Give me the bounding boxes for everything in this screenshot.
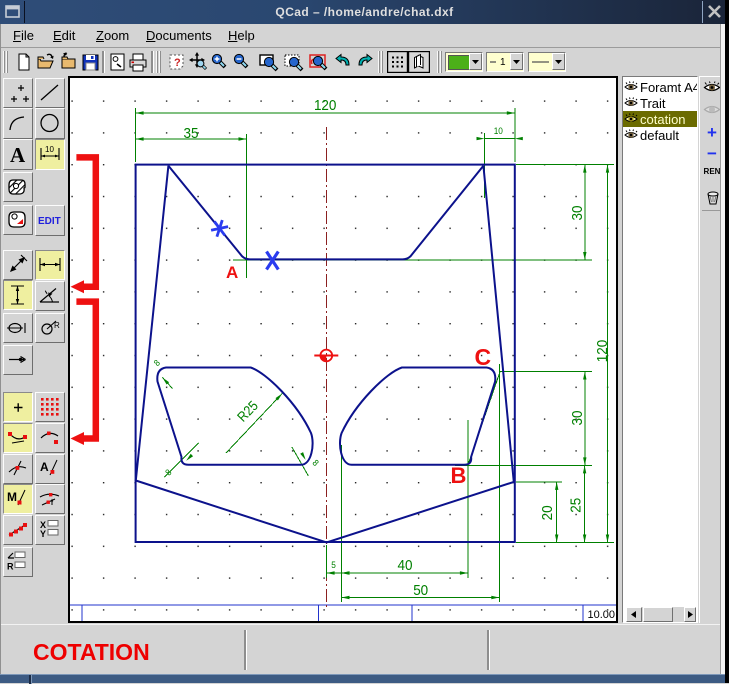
svg-text:50: 50 — [413, 582, 428, 599]
svg-text:30: 30 — [569, 206, 586, 221]
svg-text:5: 5 — [331, 560, 336, 570]
svg-text:35: 35 — [184, 125, 199, 142]
svg-text:C: C — [475, 344, 492, 370]
svg-text:10.00: 10.00 — [587, 609, 615, 621]
svg-text:20: 20 — [539, 505, 556, 520]
svg-text:R: R — [54, 321, 60, 330]
svg-text:A: A — [226, 263, 238, 282]
svg-text:25: 25 — [567, 498, 584, 513]
svg-text:B: B — [451, 463, 467, 488]
svg-text:120: 120 — [594, 340, 611, 363]
svg-text:10: 10 — [494, 126, 503, 136]
svg-text:EDIT: EDIT — [38, 216, 61, 227]
svg-text:A: A — [40, 460, 49, 474]
svg-text:40: 40 — [398, 557, 413, 574]
svg-text:M: M — [7, 490, 17, 504]
svg-text:1: 1 — [500, 57, 506, 68]
svg-text:R: R — [7, 562, 14, 572]
svg-text:120: 120 — [314, 97, 337, 114]
svg-text:?: ? — [174, 57, 181, 69]
svg-text:Y: Y — [40, 529, 46, 539]
svg-text:A: A — [10, 143, 26, 167]
svg-text:10: 10 — [45, 145, 54, 154]
svg-text:30: 30 — [569, 411, 586, 426]
